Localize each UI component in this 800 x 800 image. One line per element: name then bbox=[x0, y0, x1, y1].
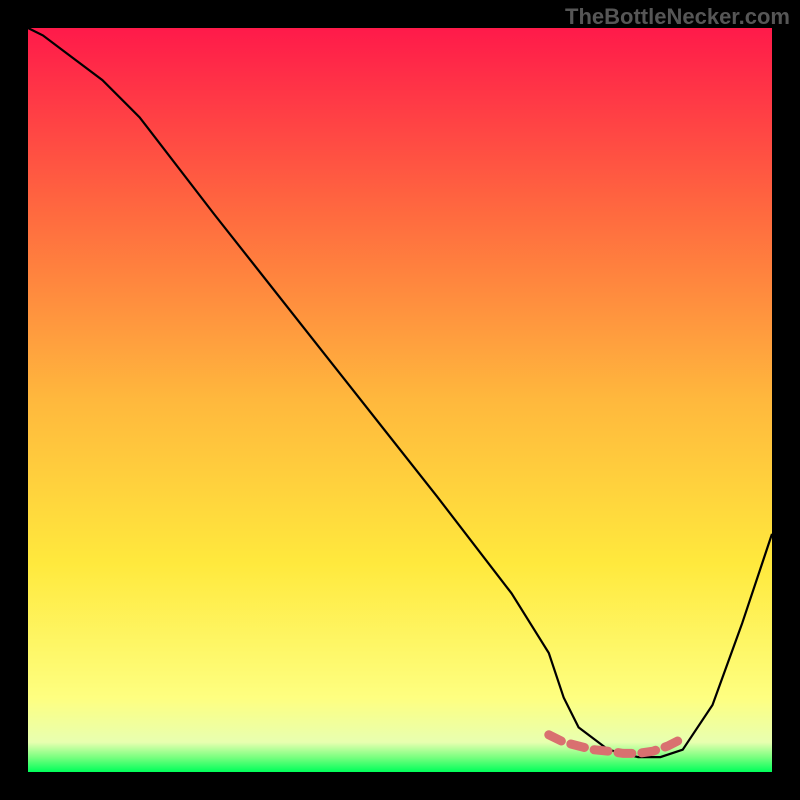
gradient-background bbox=[28, 28, 772, 772]
watermark-text: TheBottleNecker.com bbox=[565, 4, 790, 30]
chart-svg bbox=[28, 28, 772, 772]
chart-plot-area bbox=[28, 28, 772, 772]
